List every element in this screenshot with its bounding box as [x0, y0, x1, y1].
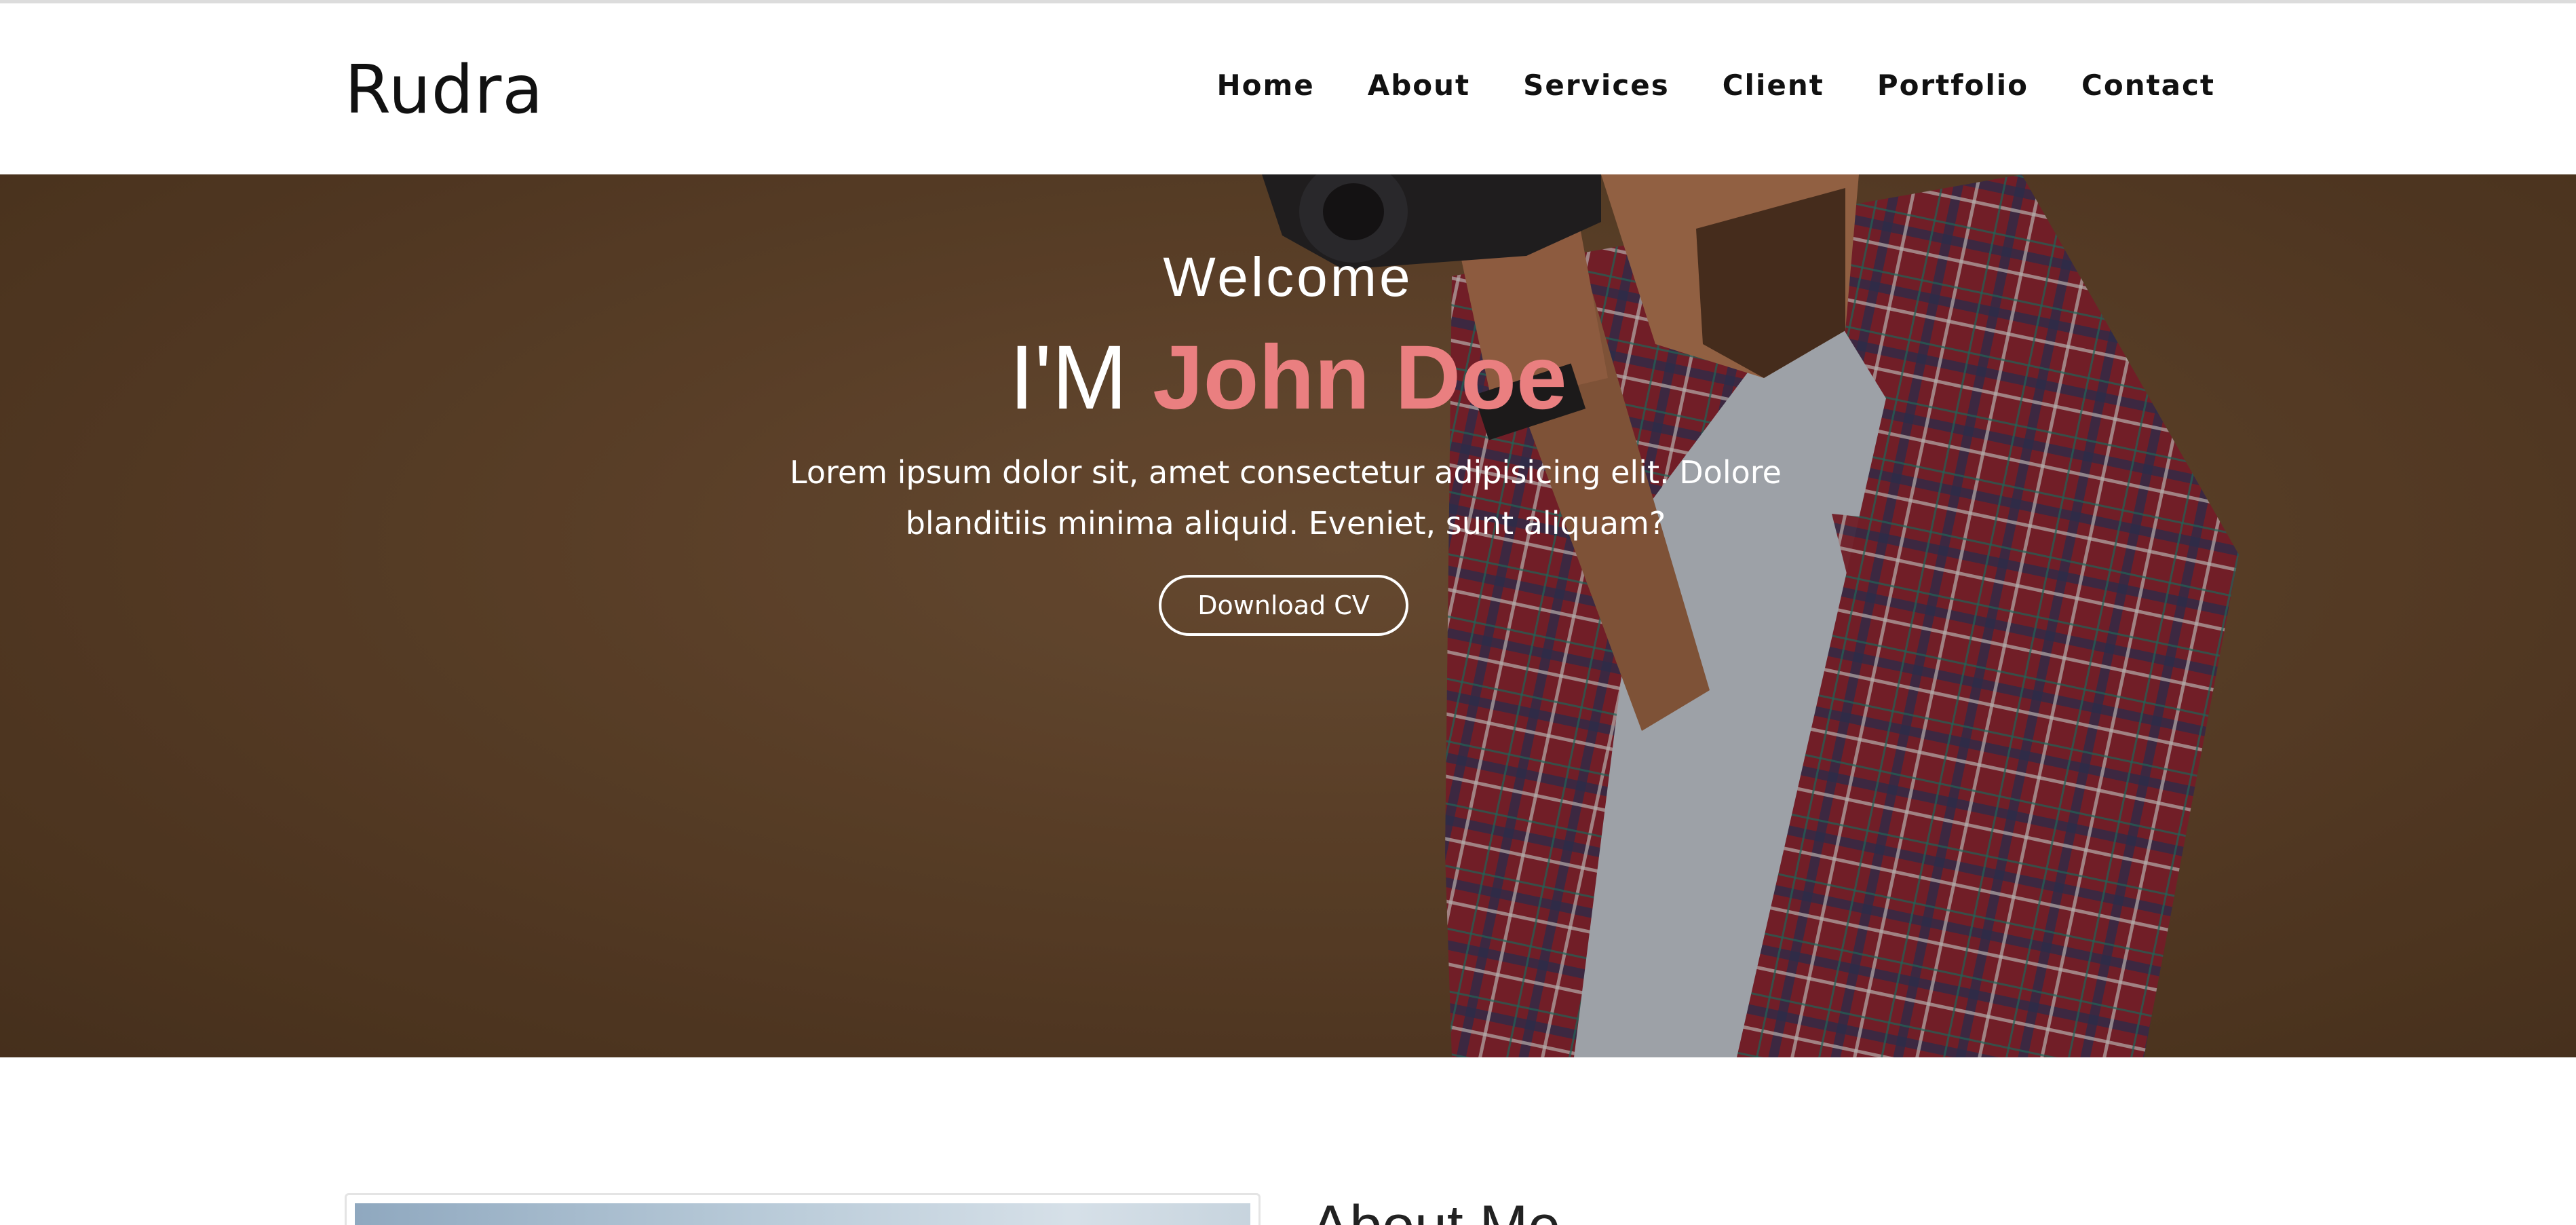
hero-content: Welcome I'M John Doe Lorem ipsum dolor s… — [0, 174, 2576, 1057]
about-section: About Me — [0, 1057, 2576, 1225]
hero-welcome: Welcome — [1163, 246, 1413, 308]
hero-headline-name: John Doe — [1153, 327, 1567, 428]
nav-link-services[interactable]: Services — [1523, 69, 1670, 102]
hero-section: Welcome I'M John Doe Lorem ipsum dolor s… — [0, 174, 2576, 1057]
nav-link-home[interactable]: Home — [1216, 69, 1314, 102]
nav-link-contact[interactable]: Contact — [2081, 69, 2215, 102]
navbar: Rudra Home About Services Client Portfol… — [0, 3, 2576, 174]
main-nav: Home About Services Client Portfolio Con… — [1216, 69, 2215, 102]
nav-link-about[interactable]: About — [1368, 69, 1470, 102]
brand-logo[interactable]: Rudra — [345, 51, 543, 131]
hero-description: Lorem ipsum dolor sit, amet consectetur … — [790, 454, 1782, 542]
nav-link-client[interactable]: Client — [1723, 69, 1824, 102]
download-cv-button[interactable]: Download CV — [1159, 575, 1408, 636]
about-image — [355, 1203, 1250, 1225]
nav-link-portfolio[interactable]: Portfolio — [1877, 69, 2029, 102]
hero-headline: I'M John Doe — [0, 324, 2576, 433]
hero-headline-prefix: I'M — [1009, 327, 1128, 428]
about-image-frame — [345, 1193, 1261, 1225]
about-title: About Me — [1311, 1193, 1560, 1225]
